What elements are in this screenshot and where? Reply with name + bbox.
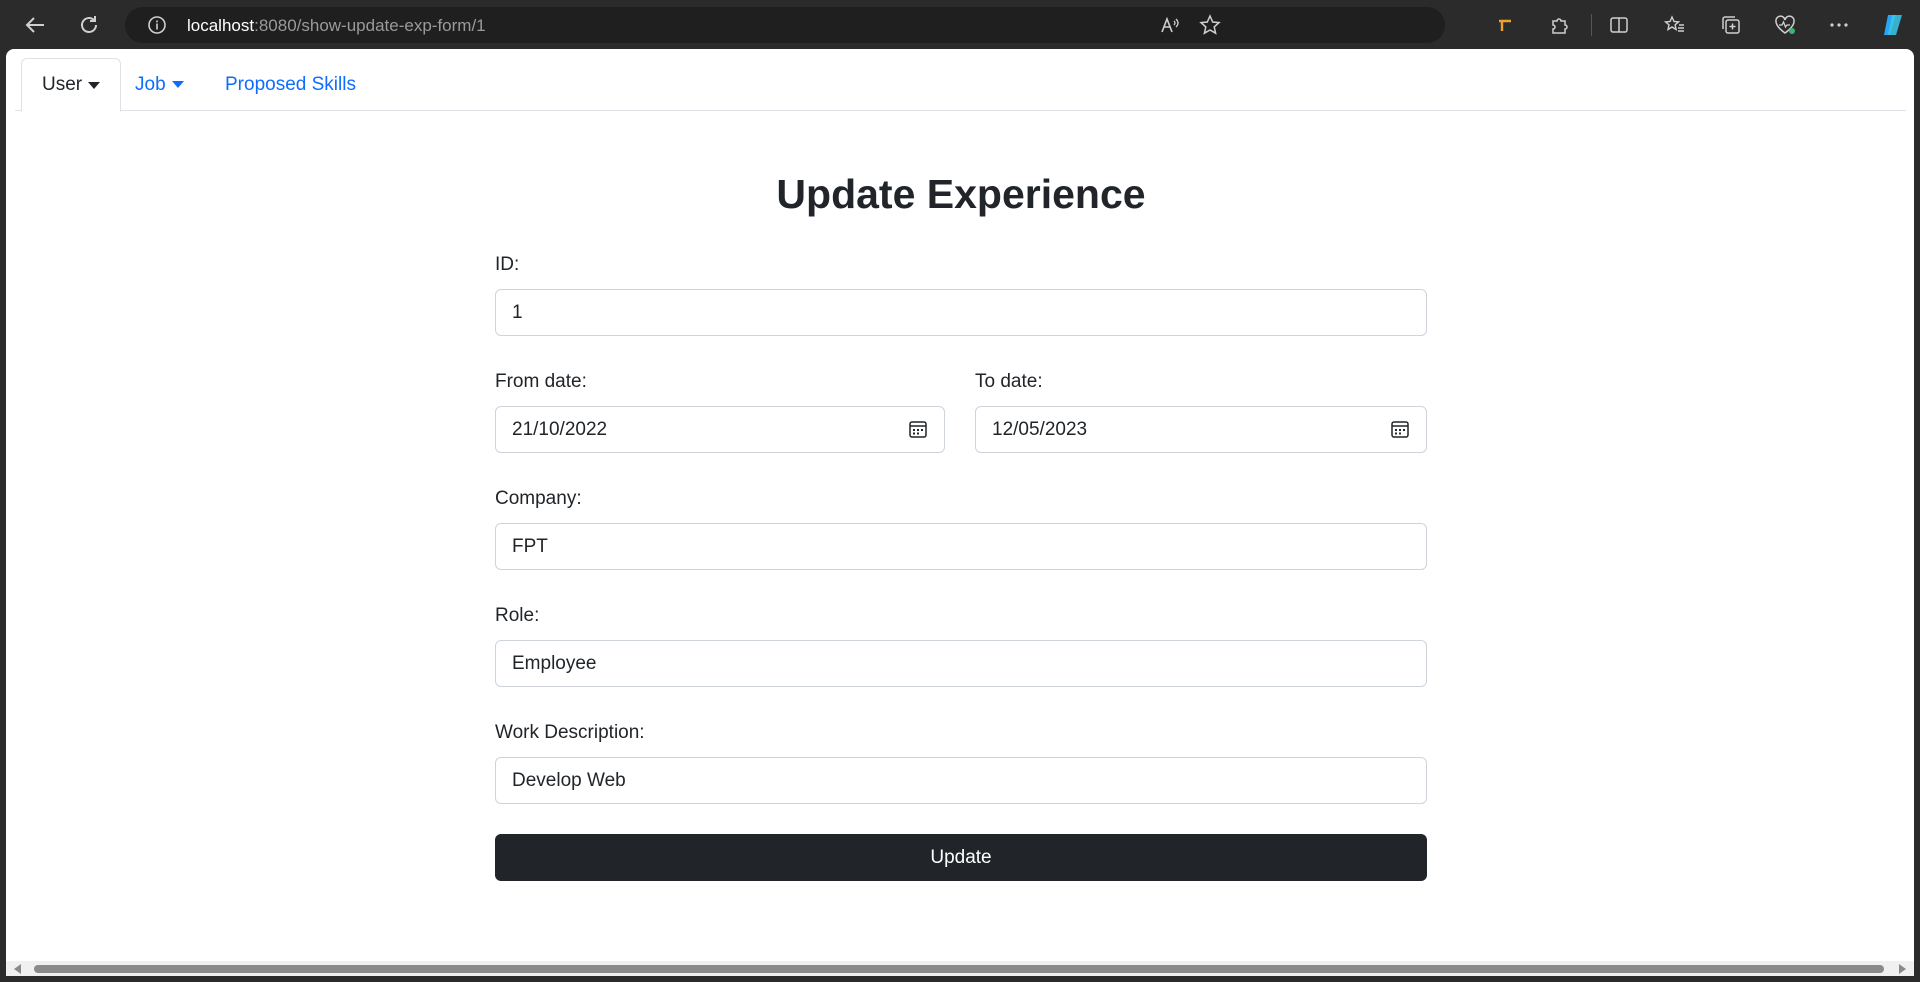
more-options-icon[interactable] xyxy=(1824,10,1854,40)
chevron-down-icon xyxy=(171,81,184,88)
nav-tabs: User Job Proposed Skills xyxy=(15,58,1906,112)
browser-toolbar: localhost:8080/show-update-exp-form/1 xyxy=(0,0,1920,49)
extensions-puzzle-icon[interactable] xyxy=(1544,10,1574,40)
work-description-label: Work Description: xyxy=(495,722,645,743)
to-date-value: 12/05/2023 xyxy=(992,418,1088,440)
tab-user-label: User xyxy=(42,74,83,95)
id-field-value: 1 xyxy=(512,301,523,323)
chevron-down-icon xyxy=(88,81,101,89)
extension-orange-icon[interactable] xyxy=(1490,10,1520,40)
company-field[interactable]: FPT xyxy=(495,523,1427,570)
from-date-label: From date: xyxy=(495,371,587,392)
refresh-icon[interactable] xyxy=(74,10,104,40)
tab-user[interactable]: User xyxy=(21,58,122,112)
tab-job[interactable]: Job xyxy=(115,58,204,111)
company-label: Company: xyxy=(495,488,582,509)
browser-essentials-heart-icon[interactable] xyxy=(1770,10,1800,40)
scroll-right-arrow-icon[interactable] xyxy=(1899,964,1906,974)
tab-proposed-skills-label: Proposed Skills xyxy=(225,73,356,95)
calendar-icon[interactable] xyxy=(1390,419,1410,445)
collections-icon[interactable] xyxy=(1716,10,1746,40)
site-info-icon[interactable] xyxy=(147,15,167,40)
favorites-list-icon[interactable] xyxy=(1660,10,1690,40)
address-bar[interactable]: localhost:8080/show-update-exp-form/1 xyxy=(125,7,1445,43)
id-field[interactable]: 1 xyxy=(495,289,1427,336)
url-path: :8080/show-update-exp-form/1 xyxy=(254,16,486,35)
read-aloud-icon[interactable] xyxy=(1159,14,1181,36)
update-button[interactable]: Update xyxy=(495,834,1427,881)
horizontal-scrollbar[interactable] xyxy=(6,961,1914,976)
page-title: Update Experience xyxy=(776,171,1146,217)
company-value: FPT xyxy=(512,535,548,557)
id-label: ID: xyxy=(495,254,520,275)
scrollbar-thumb[interactable] xyxy=(34,965,1884,973)
to-date-label: To date: xyxy=(975,371,1043,392)
from-date-field[interactable]: 21/10/2022 xyxy=(495,406,945,453)
role-field[interactable]: Employee xyxy=(495,640,1427,687)
work-description-field[interactable]: Develop Web xyxy=(495,757,1427,804)
role-label: Role: xyxy=(495,605,540,626)
toolbar-separator xyxy=(1591,14,1592,36)
back-icon[interactable] xyxy=(20,10,50,40)
favorite-star-icon[interactable] xyxy=(1199,14,1221,36)
tab-job-label: Job xyxy=(135,73,166,95)
role-value: Employee xyxy=(512,652,597,674)
copilot-icon[interactable] xyxy=(1878,10,1908,40)
scroll-left-arrow-icon[interactable] xyxy=(14,964,21,974)
tab-proposed-skills[interactable]: Proposed Skills xyxy=(205,58,376,111)
calendar-icon[interactable] xyxy=(908,419,928,445)
from-date-value: 21/10/2022 xyxy=(512,418,608,440)
split-screen-icon[interactable] xyxy=(1604,10,1634,40)
page-viewport: User Job Proposed Skills Update Experien… xyxy=(6,49,1914,976)
to-date-field[interactable]: 12/05/2023 xyxy=(975,406,1427,453)
address-url: localhost:8080/show-update-exp-form/1 xyxy=(187,16,486,36)
url-host: localhost xyxy=(187,16,255,35)
work-description-value: Develop Web xyxy=(512,769,626,791)
